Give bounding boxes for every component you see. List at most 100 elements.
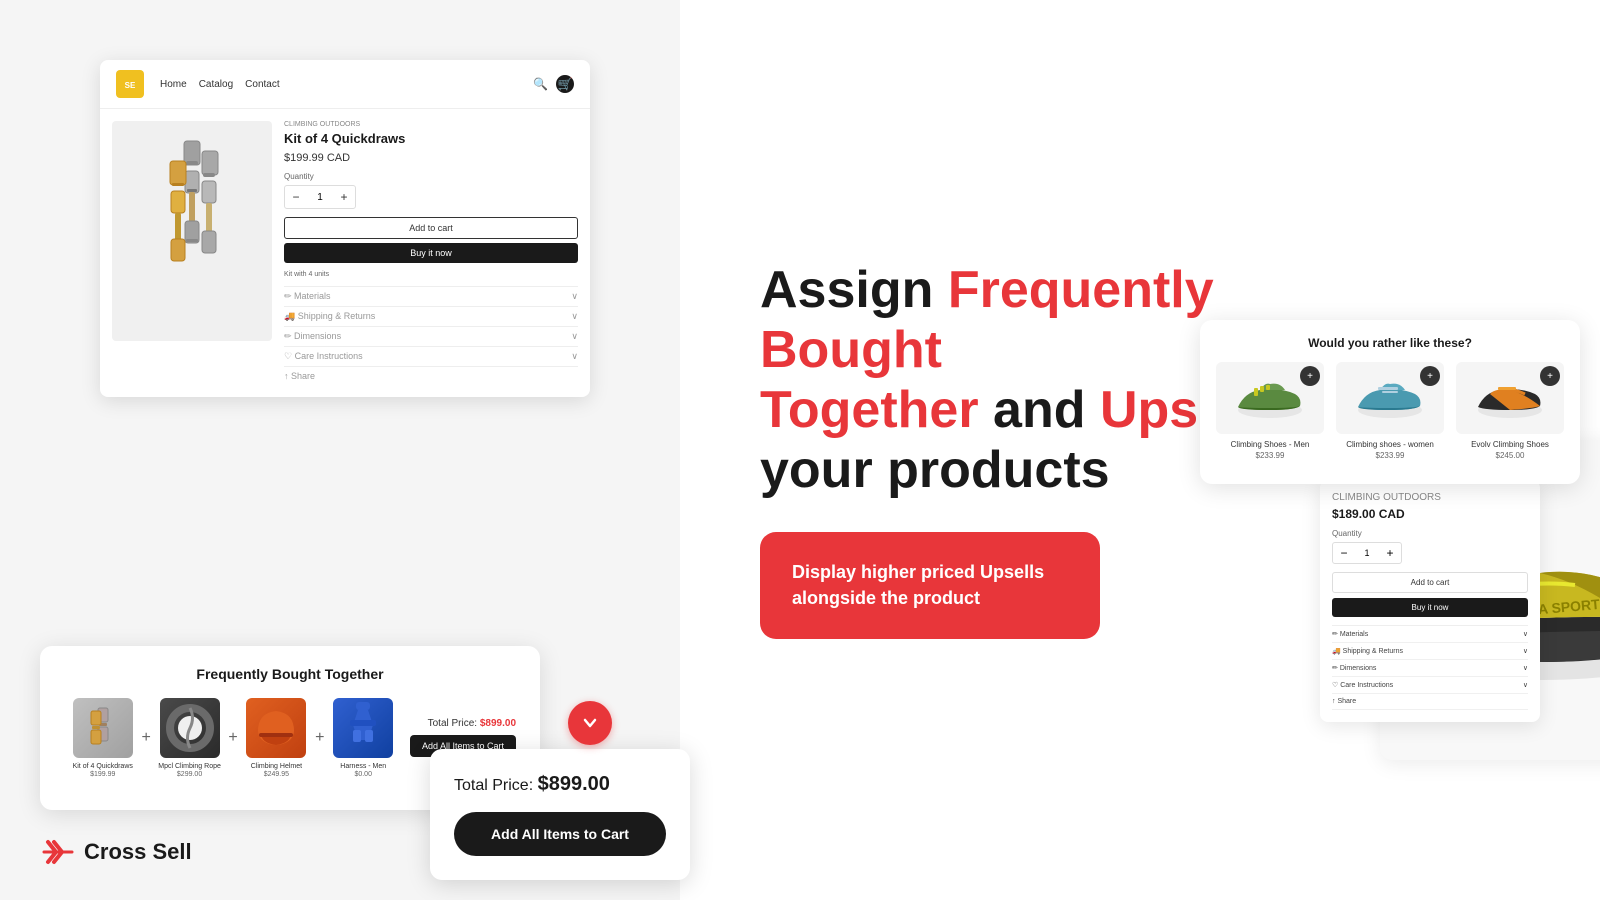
brand-name: Cross Sell <box>84 839 192 865</box>
mockup-nav-icons: 🔍 🛒 <box>533 75 574 93</box>
cta-banner: Display higher priced Upsells alongside … <box>760 532 1100 638</box>
pdm-accordion-materials[interactable]: ✏ Materials∨ <box>1332 626 1528 643</box>
fbt-product-img-4 <box>333 698 393 758</box>
fbt-product-4: Harness - Men $0.00 <box>324 698 401 778</box>
pdm-buy-now[interactable]: Buy it now <box>1332 598 1528 617</box>
accordion-care[interactable]: ♡ Care Instructions∨ <box>284 346 578 366</box>
fbt-title: Frequently Bought Together <box>64 666 516 682</box>
fbt-expanded-total: Total Price: $899.00 <box>454 773 666 796</box>
fbt-product-3: Climbing Helmet $249.95 <box>238 698 315 778</box>
hero-together: Together <box>760 381 979 439</box>
fbt-product-price-3: $249.95 <box>264 771 289 778</box>
fbt-product-img-1 <box>73 698 133 758</box>
bottom-logo: Cross Sell <box>40 834 192 870</box>
left-section: SE Home Catalog Contact 🔍 🛒 <box>0 0 680 900</box>
product-price: $199.99 CAD <box>284 152 578 164</box>
fbt-plus-3: + <box>315 729 324 747</box>
upsell-product-3: + Evolv Climbing Shoes $245.00 <box>1456 362 1564 460</box>
pdm-accordion-share[interactable]: ↑ Share <box>1332 694 1528 710</box>
product-mockup: SE Home Catalog Contact 🔍 🛒 <box>100 60 590 397</box>
cta-banner-text: Display higher priced Upsells alongside … <box>792 560 1068 610</box>
fbt-product-2: Mpcl Climbing Rope $299.00 <box>151 698 228 778</box>
upsell-product-price-2: $233.99 <box>1376 451 1405 460</box>
fbt-product-1: Kit of 4 Quickdraws $199.99 <box>64 698 141 778</box>
fbt-plus-2: + <box>228 729 237 747</box>
mockup-nav-links: Home Catalog Contact <box>160 79 280 90</box>
accordion-dimensions[interactable]: ✏ Dimensions∨ <box>284 326 578 346</box>
pdm-qty-value: 1 <box>1355 548 1379 558</box>
fbt-total-price-inline: $899.00 <box>480 718 516 729</box>
fbt-product-name-2: Mpcl Climbing Rope <box>158 762 221 771</box>
search-icon[interactable]: 🔍 <box>533 77 548 91</box>
fbt-product-price-1: $199.99 <box>90 771 115 778</box>
upsell-product-img-3: + <box>1456 362 1564 434</box>
fbt-total-label-inline: Total Price: <box>428 718 477 729</box>
shoe-orange-svg <box>1470 372 1550 424</box>
nav-home[interactable]: Home <box>160 79 187 90</box>
product-desc: Kit with 4 units <box>284 271 578 278</box>
chevron-down-button[interactable] <box>568 701 612 745</box>
product-detail-mockup: CLIMBING OUTDOORS $189.00 CAD Quantity −… <box>1320 480 1540 722</box>
cart-icon[interactable]: 🛒 <box>556 75 574 93</box>
shoe-green-svg <box>1230 372 1310 424</box>
right-cta-area: Display higher priced Upsells alongside … <box>760 532 1360 638</box>
pdm-accordion-care[interactable]: ♡ Care Instructions∨ <box>1332 677 1528 694</box>
buy-now-button[interactable]: Buy it now <box>284 243 578 263</box>
right-section: Assign Frequently Bought Together and Up… <box>680 0 1600 900</box>
upsell-product-1: + Climbing Shoes - Men $233.99 <box>1216 362 1324 460</box>
mockup-nav: SE Home Catalog Contact 🔍 🛒 <box>100 60 590 109</box>
pdm-accordion-dimensions[interactable]: ✏ Dimensions∨ <box>1332 660 1528 677</box>
upsell-product-name-1: Climbing Shoes - Men <box>1231 440 1310 449</box>
upsell-product-img-1: + <box>1216 362 1324 434</box>
nav-catalog[interactable]: Catalog <box>199 79 233 90</box>
upsell-mockup: Would you rather like these? <box>1200 320 1580 484</box>
hero-your-products: your products <box>760 441 1110 499</box>
fbt-product-price-4: $0.00 <box>354 771 372 778</box>
mockup-content: CLIMBING OUTDOORS Kit of 4 Quickdraws $1… <box>100 109 590 397</box>
svg-text:SE: SE <box>125 81 136 90</box>
upsell-add-btn-1[interactable]: + <box>1300 366 1320 386</box>
quantity-label: Quantity <box>284 172 578 181</box>
upsell-add-btn-3[interactable]: + <box>1540 366 1560 386</box>
upsell-product-2: + Climbing shoes - women $233.99 <box>1336 362 1444 460</box>
upsell-products: + Climbing Shoes - Men $233.99 <box>1216 362 1564 460</box>
product-details: CLIMBING OUTDOORS Kit of 4 Quickdraws $1… <box>284 121 578 385</box>
hero-assign: Assign <box>760 261 948 319</box>
pdm-qty-increase[interactable]: + <box>1379 543 1401 563</box>
pdm-price: $189.00 CAD <box>1332 507 1528 521</box>
accordion-share[interactable]: ↑ Share <box>284 366 578 385</box>
pdm-add-to-cart[interactable]: Add to cart <box>1332 572 1528 593</box>
upsell-product-price-1: $233.99 <box>1256 451 1285 460</box>
main-container: SE Home Catalog Contact 🔍 🛒 <box>0 0 1600 900</box>
pdm-accordion-shipping[interactable]: 🚚 Shipping & Returns∨ <box>1332 643 1528 660</box>
pdm-brand: CLIMBING OUTDOORS <box>1332 492 1528 503</box>
mockup-logo-icon: SE <box>116 70 144 98</box>
product-image <box>112 121 272 341</box>
fbt-product-name-4: Harness - Men <box>340 762 386 771</box>
fbt-expanded-card: Total Price: $899.00 Add All Items to Ca… <box>430 749 690 880</box>
fbt-expanded-add-all-button[interactable]: Add All Items to Cart <box>454 812 666 856</box>
upsell-product-img-2: + <box>1336 362 1444 434</box>
pdm-qty-label: Quantity <box>1332 529 1528 538</box>
accordion-materials[interactable]: ✏ Materials∨ <box>284 286 578 306</box>
fbt-plus-1: + <box>141 729 150 747</box>
upsell-product-name-3: Evolv Climbing Shoes <box>1471 440 1549 449</box>
cross-sell-logo-icon <box>40 834 76 870</box>
nav-contact[interactable]: Contact <box>245 79 279 90</box>
upsell-add-btn-2[interactable]: + <box>1420 366 1440 386</box>
qty-increase-button[interactable]: + <box>333 186 355 208</box>
hero-and: and <box>979 381 1100 439</box>
accordion-shipping[interactable]: 🚚 Shipping & Returns∨ <box>284 306 578 326</box>
add-to-cart-button[interactable]: Add to cart <box>284 217 578 239</box>
qty-decrease-button[interactable]: − <box>285 186 307 208</box>
fbt-product-img-3 <box>246 698 306 758</box>
fbt-product-price-2: $299.00 <box>177 771 202 778</box>
shoe-blue-svg <box>1350 372 1430 424</box>
pdm-accordion: ✏ Materials∨ 🚚 Shipping & Returns∨ ✏ Dim… <box>1332 625 1528 710</box>
upsell-product-price-3: $245.00 <box>1496 451 1525 460</box>
pdm-qty-decrease[interactable]: − <box>1333 543 1355 563</box>
pdm-qty-selector: − 1 + <box>1332 542 1402 564</box>
upsell-product-name-2: Climbing shoes - women <box>1346 440 1434 449</box>
fbt-product-img-2 <box>160 698 220 758</box>
product-brand: CLIMBING OUTDOORS <box>284 121 578 128</box>
